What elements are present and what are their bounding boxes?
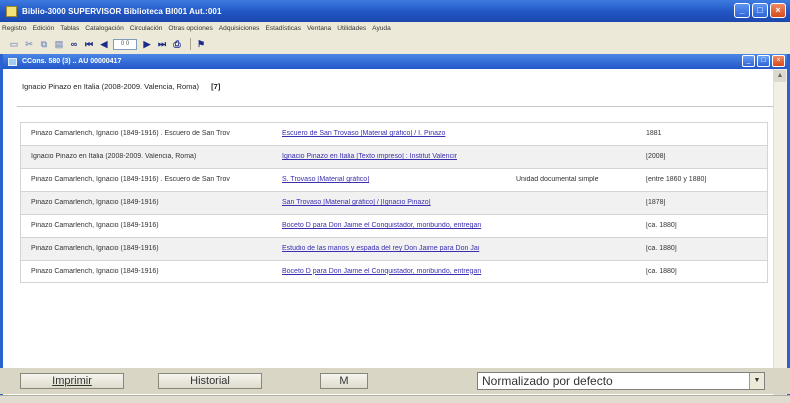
consultation-title: CCons. 580 (3) .. AU 00000417 xyxy=(22,58,122,65)
close-button[interactable]: × xyxy=(770,3,786,18)
title-link[interactable]: Escuero de San Trovaso [Material gráfico… xyxy=(278,130,512,138)
menu-estadisticas[interactable]: Estadísticas xyxy=(265,25,301,32)
first-record-icon[interactable]: ⏮ xyxy=(83,38,95,50)
type-cell: Unidad documental simple xyxy=(516,176,599,183)
cut-icon[interactable]: ✂ xyxy=(23,38,35,50)
title-link[interactable]: Ignacio Pinazo en Italia [Texto impreso]… xyxy=(278,153,512,161)
author-cell: Pinazo Camarlench, Ignacio (1849-1916) xyxy=(31,222,159,229)
date-cell: [1878] xyxy=(646,199,666,206)
copy-icon[interactable]: ⧉ xyxy=(38,38,50,50)
record-number-field[interactable]: 0 0 xyxy=(113,38,137,50)
window-icon xyxy=(8,57,17,66)
query-header: Ignacio Pinazo en Italia (2008-2009. Val… xyxy=(22,82,220,91)
menu-ayuda[interactable]: Ayuda xyxy=(372,25,391,32)
table-row[interactable]: Pinazo Camarlench, Ignacio (1849-1916) .… xyxy=(20,122,768,145)
date-cell: [ca. 1880] xyxy=(646,245,677,252)
new-record-icon[interactable]: ▭ xyxy=(8,38,20,50)
inner-maximize-button[interactable]: □ xyxy=(757,55,770,67)
date-cell: [ca. 1880] xyxy=(646,222,677,229)
binoculars-icon[interactable]: ∞ xyxy=(68,38,80,50)
menu-catalogacion[interactable]: Catalogación xyxy=(85,25,124,32)
menu-utilidades[interactable]: Utilidades xyxy=(337,25,366,32)
history-button[interactable]: Historial xyxy=(158,373,262,389)
table-row[interactable]: Pinazo Camarlench, Ignacio (1849-1916) B… xyxy=(20,260,768,283)
consultation-titlebar[interactable]: CCons. 580 (3) .. AU 00000417 _ □ × xyxy=(3,54,787,69)
last-record-icon[interactable]: ⏭ xyxy=(156,38,168,50)
app-window: Biblio-3000 SUPERVISOR Biblioteca BI001 … xyxy=(0,0,790,403)
help-icon[interactable]: ⚑ xyxy=(195,38,207,50)
menu-bar: Registro Edición Tablas Catalogación Cir… xyxy=(0,22,790,35)
title-link[interactable]: S. Trovaso [Material gráfico] xyxy=(278,176,512,184)
maximize-button[interactable]: □ xyxy=(752,3,768,18)
window-title: Biblio-3000 SUPERVISOR Biblioteca BI001 … xyxy=(22,6,222,16)
author-cell: Pinazo Camarlench, Ignacio (1849-1916) xyxy=(31,199,159,206)
window-titlebar[interactable]: Biblio-3000 SUPERVISOR Biblioteca BI001 … xyxy=(0,0,790,22)
menu-registro[interactable]: Registro xyxy=(2,25,27,32)
author-cell: Pinazo Camarlench, Ignacio (1849-1916) xyxy=(31,267,159,275)
menu-adquisiciones[interactable]: Adquisiciones xyxy=(219,25,260,32)
title-link[interactable]: Estudio de las manos y espada del rey Do… xyxy=(278,245,512,253)
inner-close-button[interactable]: × xyxy=(772,55,785,67)
toolbar: ▭ ✂ ⧉ ▤ ∞ ⏮ ◀ 0 0 ▶ ⏭ ⎙ ⚑ xyxy=(0,36,790,52)
author-cell: Pinazo Camarlench, Ignacio (1849-1916) .… xyxy=(31,130,230,137)
title-link[interactable]: Boceto D para Don Jaime el Conquistador,… xyxy=(278,222,512,230)
consultation-window: CCons. 580 (3) .. AU 00000417 _ □ × Igna… xyxy=(0,54,790,396)
query-text: Ignacio Pinazo en Italia (2008-2009. Val… xyxy=(22,82,200,91)
table-row[interactable]: Ignacio Pinazo en Italia (2008-2009. Val… xyxy=(20,145,768,168)
print-button[interactable]: Imprimir xyxy=(20,373,124,389)
header-divider xyxy=(17,106,777,107)
date-cell: [2008] xyxy=(646,153,666,160)
toolbar-separator xyxy=(190,38,191,50)
menu-ventana[interactable]: Ventana xyxy=(307,25,331,32)
date-cell: [ca. 1880] xyxy=(646,267,677,275)
menu-otras-opciones[interactable]: Otras opciones xyxy=(168,25,212,32)
window-controls: _ □ × xyxy=(734,3,786,18)
title-link[interactable]: Boceto D para Don Jaime el Conquistador,… xyxy=(278,268,512,276)
author-cell: Pinazo Camarlench, Ignacio (1849-1916) xyxy=(31,245,159,252)
minimize-button[interactable]: _ xyxy=(734,3,750,18)
title-link[interactable]: San Trovaso [Material gráfico] / [Ignaci… xyxy=(278,199,512,207)
vertical-scrollbar[interactable]: ▲ ▼ xyxy=(773,69,787,396)
result-count: [7] xyxy=(211,82,221,91)
menu-edicion[interactable]: Edición xyxy=(33,25,55,32)
scroll-up-icon[interactable]: ▲ xyxy=(774,70,786,82)
author-cell: Pinazo Camarlench, Ignacio (1849-1916) .… xyxy=(31,176,230,183)
inner-minimize-button[interactable]: _ xyxy=(742,55,755,67)
menu-circulacion[interactable]: Circulación xyxy=(130,25,163,32)
printer-icon[interactable]: ⎙ xyxy=(171,38,183,50)
app-icon xyxy=(6,5,17,17)
results-table: Pinazo Camarlench, Ignacio (1849-1916) .… xyxy=(20,122,768,283)
next-record-icon[interactable]: ▶ xyxy=(141,38,153,50)
table-row[interactable]: Pinazo Camarlench, Ignacio (1849-1916) S… xyxy=(20,191,768,214)
table-row[interactable]: Pinazo Camarlench, Ignacio (1849-1916) B… xyxy=(20,214,768,237)
format-selected-value: Normalizado por defecto xyxy=(482,374,613,388)
author-cell: Ignacio Pinazo en Italia (2008-2009. Val… xyxy=(31,153,197,160)
dropdown-arrow-icon[interactable]: ▼ xyxy=(749,373,764,389)
status-bar xyxy=(0,395,790,403)
action-bar: Imprimir Historial M Normalizado por def… xyxy=(0,368,790,394)
table-row[interactable]: Pinazo Camarlench, Ignacio (1849-1916) E… xyxy=(20,237,768,260)
consultation-controls: _ □ × xyxy=(742,55,785,67)
date-cell: [entre 1860 y 1880] xyxy=(646,176,707,183)
menu-tablas[interactable]: Tablas xyxy=(60,25,79,32)
date-cell: 1881 xyxy=(646,130,662,137)
table-row[interactable]: Pinazo Camarlench, Ignacio (1849-1916) .… xyxy=(20,168,768,191)
paste-icon[interactable]: ▤ xyxy=(53,38,65,50)
format-select[interactable]: Normalizado por defecto ▼ xyxy=(477,372,765,390)
m-button[interactable]: M xyxy=(320,373,368,389)
previous-record-icon[interactable]: ◀ xyxy=(98,38,110,50)
